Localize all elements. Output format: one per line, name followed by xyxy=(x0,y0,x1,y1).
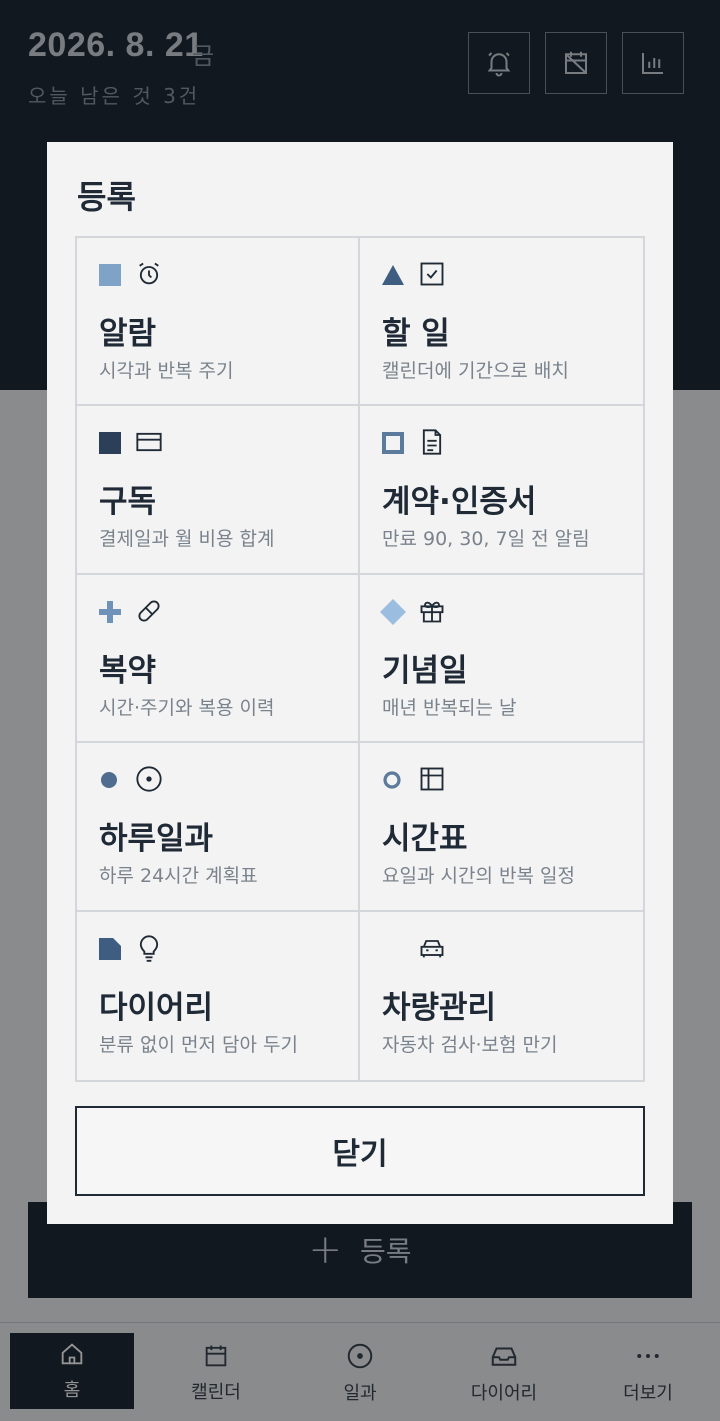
modal-title: 등록 xyxy=(77,178,136,216)
register-item-subtitle: 분류 없이 먼저 담아 두기 xyxy=(99,1033,298,1056)
register-item-medication[interactable]: 복약 시간·주기와 복용 이력 xyxy=(77,574,360,744)
close-button[interactable]: 닫기 xyxy=(75,1106,645,1196)
register-item-title: 기념일 xyxy=(382,652,468,689)
register-item-title: 시간표 xyxy=(382,821,468,858)
register-item-subtitle: 하루 24시간 계획표 xyxy=(99,865,258,888)
register-item-diary[interactable]: 다이어리 분류 없이 먼저 담아 두기 xyxy=(77,911,360,1080)
table-grid-icon xyxy=(420,767,444,791)
register-item-title: 차량관리 xyxy=(382,989,497,1026)
register-item-alarm[interactable]: 알람 시각과 반복 주기 xyxy=(77,238,360,407)
marker-diamond xyxy=(380,598,406,625)
register-item-title: 하루일과 xyxy=(99,821,214,858)
marker-plus xyxy=(99,600,121,623)
car-icon xyxy=(420,939,444,957)
register-item-title: 계약·인증서 xyxy=(382,484,537,521)
register-item-subtitle: 매년 반복되는 날 xyxy=(382,696,517,719)
register-item-title: 구독 xyxy=(99,484,157,521)
marker-square xyxy=(99,264,121,286)
register-item-contract[interactable]: 계약·인증서 만료 90, 30, 7일 전 알림 xyxy=(360,406,643,575)
register-item-daily-routine[interactable]: 하루일과 하루 24시간 계획표 xyxy=(77,743,360,912)
register-item-anniversary[interactable]: 기념일 매년 반복되는 날 xyxy=(360,574,643,744)
register-item-title: 알람 xyxy=(99,316,157,352)
register-item-title: 할 일 xyxy=(382,316,450,352)
marker-dot xyxy=(101,772,117,789)
register-item-subtitle: 요일과 시간의 반복 일정 xyxy=(382,865,575,888)
register-modal: 등록 알람 시각과 반복 주기 할 일 캘린더에 기간으로 배치 구독 결제일과… xyxy=(47,142,673,1224)
register-type-grid: 알람 시각과 반복 주기 할 일 캘린더에 기간으로 배치 구독 결제일과 월 … xyxy=(75,236,645,1082)
marker-triangle xyxy=(382,265,404,285)
alarm-clock-icon xyxy=(139,262,159,285)
target-circle-icon xyxy=(136,766,162,792)
checkbox-icon xyxy=(420,262,444,286)
register-item-vehicle[interactable]: 차량관리 자동차 검사·보험 만기 xyxy=(360,911,643,1080)
register-item-subtitle: 자동차 검사·보험 만기 xyxy=(382,1033,558,1056)
register-item-title: 복약 xyxy=(99,652,157,689)
register-item-subtitle: 시각과 반복 주기 xyxy=(99,360,234,382)
register-item-title: 다이어리 xyxy=(99,989,214,1026)
register-item-subtitle: 만료 90, 30, 7일 전 알림 xyxy=(382,528,590,551)
register-item-subtitle: 결제일과 월 비용 합계 xyxy=(99,528,275,551)
marker-hollow-square xyxy=(382,432,404,455)
register-item-timetable[interactable]: 시간표 요일과 시간의 반복 일정 xyxy=(360,743,643,912)
register-item-subscription[interactable]: 구독 결제일과 월 비용 합계 xyxy=(77,406,360,575)
register-item-todo[interactable]: 할 일 캘린더에 기간으로 배치 xyxy=(360,238,643,407)
marker-folded-square xyxy=(99,937,121,960)
pill-icon xyxy=(138,600,160,622)
register-item-subtitle: 시간·주기와 복용 이력 xyxy=(99,696,275,719)
lightbulb-icon xyxy=(139,935,159,962)
gift-icon xyxy=(420,601,444,623)
marker-square xyxy=(99,432,121,455)
document-icon xyxy=(422,429,442,455)
marker-ring xyxy=(383,771,401,789)
credit-card-icon xyxy=(136,433,162,452)
register-item-subtitle: 캘린더에 기간으로 배치 xyxy=(382,360,569,382)
